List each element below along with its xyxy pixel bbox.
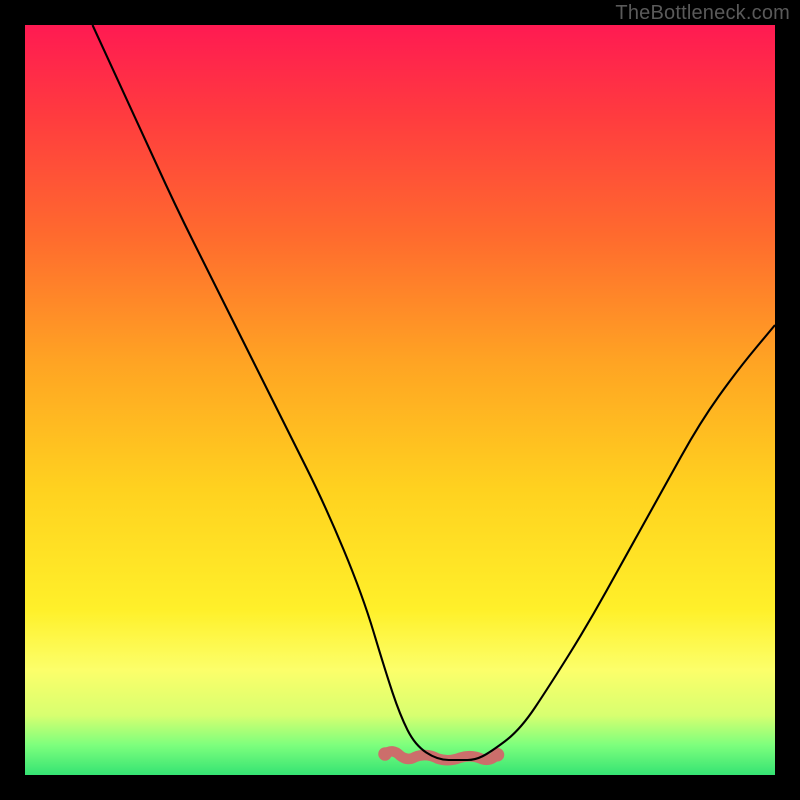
plot-area xyxy=(25,25,775,775)
curve-path xyxy=(93,25,776,760)
bottleneck-curve xyxy=(25,25,775,775)
watermark-text: TheBottleneck.com xyxy=(615,2,790,25)
chart-frame: TheBottleneck.com xyxy=(0,0,800,800)
